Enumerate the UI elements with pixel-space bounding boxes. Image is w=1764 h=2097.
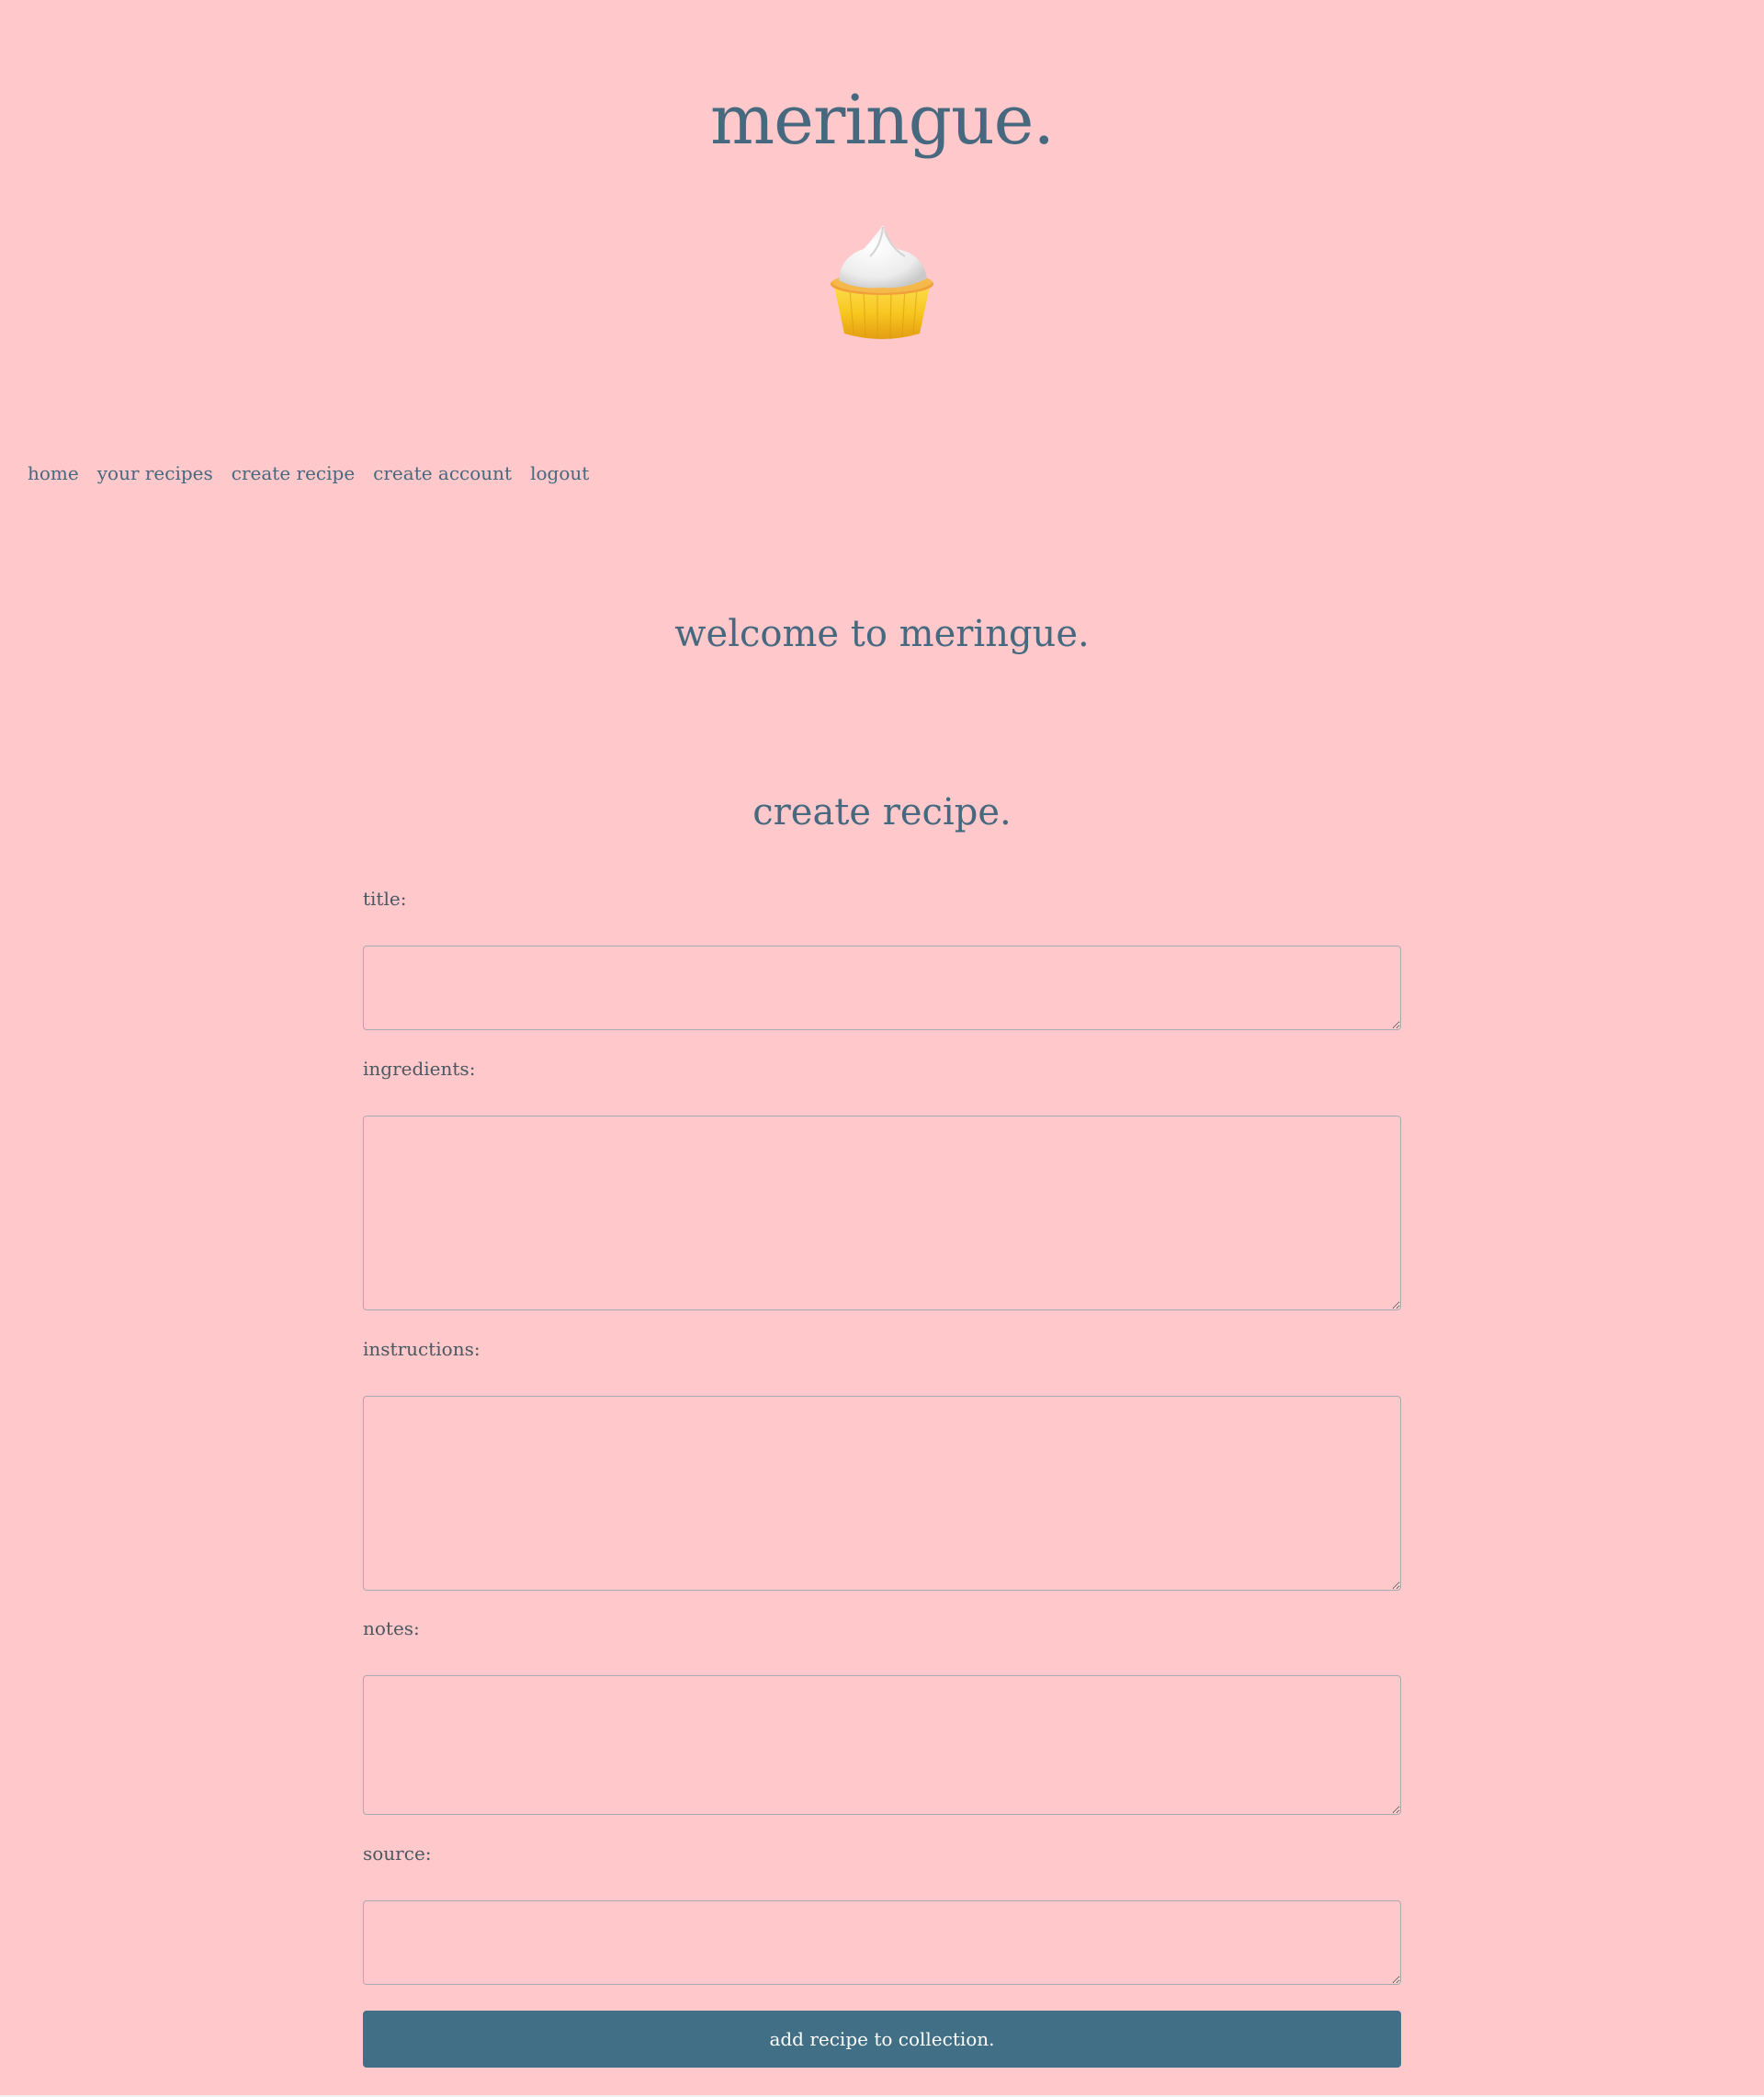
ingredients-field[interactable] <box>363 1116 1401 1310</box>
nav-create-account-link[interactable]: create account <box>373 461 512 485</box>
notes-label: notes: <box>363 1617 420 1639</box>
nav-home-link[interactable]: home <box>28 461 79 485</box>
ingredients-label: ingredients: <box>363 1058 476 1080</box>
welcome-heading: welcome to meringue. <box>674 613 1090 655</box>
page: meringue. home your recipes create recip… <box>0 0 1764 2097</box>
title-label: title: <box>363 888 407 910</box>
notes-field[interactable] <box>363 1675 1401 1815</box>
nav-logout-link[interactable]: logout <box>530 461 589 485</box>
source-field[interactable] <box>363 1900 1401 1985</box>
nav-your-recipes-link[interactable]: your recipes <box>97 461 213 485</box>
instructions-label: instructions: <box>363 1338 481 1360</box>
main-nav: home your recipes create recipe create a… <box>28 461 589 485</box>
source-label: source: <box>363 1842 432 1865</box>
create-recipe-heading: create recipe. <box>752 791 1012 833</box>
nav-create-recipe-link[interactable]: create recipe <box>232 461 355 485</box>
site-title: meringue. <box>709 81 1055 160</box>
add-recipe-button[interactable]: add recipe to collection. <box>363 2011 1401 2068</box>
instructions-field[interactable] <box>363 1396 1401 1591</box>
title-field[interactable] <box>363 946 1401 1030</box>
lemon-meringue-tart-icon <box>831 225 933 340</box>
